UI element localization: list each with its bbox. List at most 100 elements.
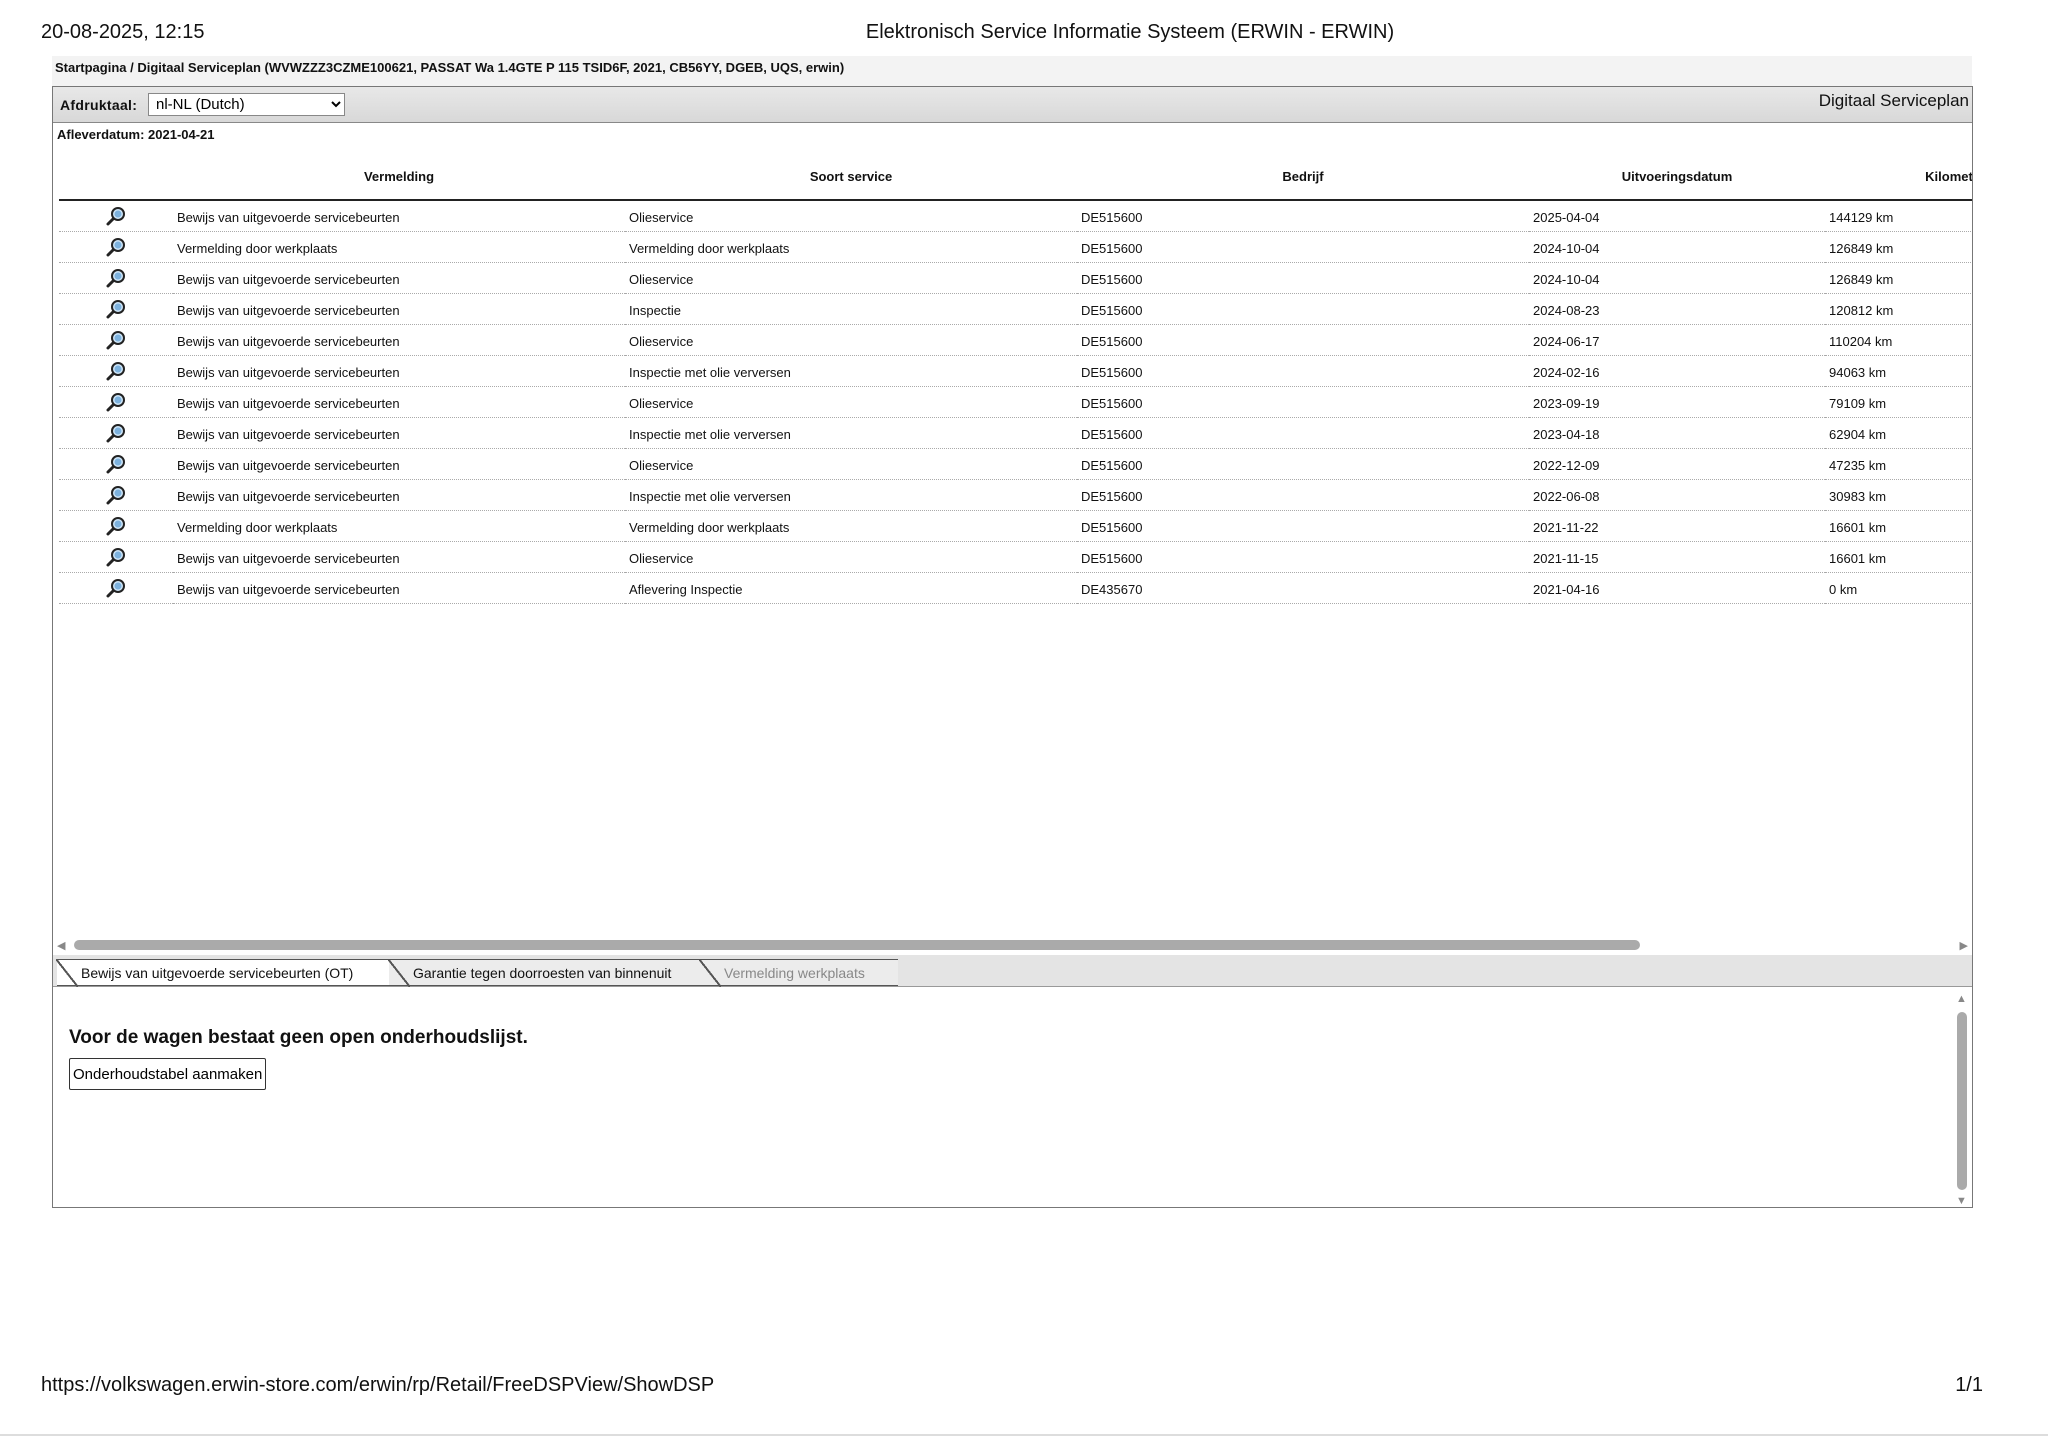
cell-service-type: Olieservice bbox=[625, 324, 1077, 356]
table-row[interactable]: Bewijs van uitgevoerde servicebeurten Oli… bbox=[59, 448, 1972, 480]
cell-entry: Bewijs van uitgevoerde servicebeurten bbox=[173, 293, 625, 325]
column-header-service-type[interactable]: Soort service bbox=[624, 153, 1077, 201]
arrow-down-icon[interactable]: ▼ bbox=[1956, 1195, 1967, 1207]
cell-mileage: 79109 km bbox=[1825, 386, 1972, 418]
magnifier-icon[interactable] bbox=[105, 360, 127, 382]
row-detail-cell[interactable] bbox=[59, 231, 173, 263]
row-detail-cell[interactable] bbox=[59, 324, 173, 356]
row-detail-cell[interactable] bbox=[59, 572, 173, 604]
cell-mileage: 16601 km bbox=[1825, 510, 1972, 542]
row-detail-cell[interactable] bbox=[59, 479, 173, 511]
magnifier-icon[interactable] bbox=[105, 329, 127, 351]
row-detail-cell[interactable] bbox=[59, 200, 173, 232]
arrow-right-icon[interactable]: ▶ bbox=[1960, 939, 1968, 952]
vertical-scrollbar[interactable]: ▲ ▼ bbox=[1954, 992, 1970, 1207]
row-detail-cell[interactable] bbox=[59, 448, 173, 480]
cell-entry: Bewijs van uitgevoerde servicebeurten bbox=[173, 262, 625, 294]
row-detail-cell[interactable] bbox=[59, 262, 173, 294]
service-history-grid[interactable]: Vermelding Soort service Bedrijf Uitvoer… bbox=[53, 153, 1972, 693]
magnifier-icon[interactable] bbox=[105, 391, 127, 413]
table-row[interactable]: Bewijs van uitgevoerde servicebeurten Ins… bbox=[59, 479, 1972, 511]
cell-entry: Bewijs van uitgevoerde servicebeurten bbox=[173, 479, 625, 511]
cell-date: 2024-02-16 bbox=[1529, 355, 1825, 387]
row-detail-cell[interactable] bbox=[59, 355, 173, 387]
magnifier-icon[interactable] bbox=[105, 453, 127, 475]
cell-service-type: Olieservice bbox=[625, 200, 1077, 232]
cell-service-type: Vermelding door werkplaats bbox=[625, 231, 1077, 263]
row-detail-cell[interactable] bbox=[59, 386, 173, 418]
create-maintenance-table-button[interactable]: Onderhoudstabel aanmaken bbox=[69, 1058, 267, 1090]
tab-rust-warranty[interactable]: Garantie tegen doorroesten van binnenuit bbox=[388, 959, 701, 987]
magnifier-icon[interactable] bbox=[105, 422, 127, 444]
cell-mileage: 62904 km bbox=[1825, 417, 1972, 449]
table-row[interactable]: Bewijs van uitgevoerde servicebeurten Oli… bbox=[59, 541, 1972, 573]
magnifier-icon[interactable] bbox=[105, 546, 127, 568]
table-row[interactable]: Bewijs van uitgevoerde servicebeurten Oli… bbox=[59, 200, 1972, 232]
table-row[interactable]: Vermelding door werkplaats Vermelding doo… bbox=[59, 231, 1972, 263]
cell-entry: Bewijs van uitgevoerde servicebeurten bbox=[173, 541, 625, 573]
cell-date: 2024-10-04 bbox=[1529, 231, 1825, 263]
column-header-company[interactable]: Bedrijf bbox=[1076, 153, 1529, 201]
cell-entry: Bewijs van uitgevoerde servicebeurten bbox=[173, 200, 625, 232]
table-row[interactable]: Vermelding door werkplaats Vermelding doo… bbox=[59, 510, 1972, 542]
row-detail-cell[interactable] bbox=[59, 293, 173, 325]
cell-mileage: 110204 km bbox=[1825, 324, 1972, 356]
cell-mileage: 126849 km bbox=[1825, 231, 1972, 263]
cell-company: DE515600 bbox=[1077, 231, 1529, 263]
horizontal-scroll-thumb[interactable] bbox=[74, 940, 1640, 950]
cell-company: DE515600 bbox=[1077, 386, 1529, 418]
column-header-mileage[interactable]: Kilometerstand bbox=[1824, 153, 1972, 201]
table-row[interactable]: Bewijs van uitgevoerde servicebeurten Oli… bbox=[59, 262, 1972, 294]
table-row[interactable]: Bewijs van uitgevoerde servicebeurten Ins… bbox=[59, 417, 1972, 449]
column-header-entry[interactable]: Vermelding bbox=[172, 153, 625, 201]
table-row[interactable]: Bewijs van uitgevoerde servicebeurten Oli… bbox=[59, 324, 1972, 356]
magnifier-icon[interactable] bbox=[105, 484, 127, 506]
magnifier-icon[interactable] bbox=[105, 577, 127, 599]
cell-entry: Bewijs van uitgevoerde servicebeurten bbox=[173, 324, 625, 356]
column-header-date[interactable]: Uitvoeringsdatum bbox=[1528, 153, 1825, 201]
breadcrumb[interactable]: Startpagina / Digitaal Serviceplan (WVWZ… bbox=[52, 56, 1972, 86]
cell-entry: Vermelding door werkplaats bbox=[173, 510, 625, 542]
row-detail-cell[interactable] bbox=[59, 510, 173, 542]
cell-mileage: 94063 km bbox=[1825, 355, 1972, 387]
table-header-row: Vermelding Soort service Bedrijf Uitvoer… bbox=[59, 153, 1972, 201]
cell-company: DE515600 bbox=[1077, 541, 1529, 573]
cell-date: 2023-04-18 bbox=[1529, 417, 1825, 449]
cell-company: DE515600 bbox=[1077, 510, 1529, 542]
cell-mileage: 144129 km bbox=[1825, 200, 1972, 232]
arrow-left-icon[interactable]: ◀ bbox=[57, 939, 65, 952]
print-url: https://volkswagen.erwin-store.com/erwin… bbox=[41, 1374, 715, 1396]
cell-company: DE515600 bbox=[1077, 262, 1529, 294]
magnifier-icon[interactable] bbox=[105, 267, 127, 289]
arrow-up-icon[interactable]: ▲ bbox=[1956, 993, 1967, 1005]
table-body: Bewijs van uitgevoerde servicebeurten Oli… bbox=[59, 200, 1972, 604]
table-row[interactable]: Bewijs van uitgevoerde servicebeurten Afl… bbox=[59, 572, 1972, 604]
cell-date: 2021-04-16 bbox=[1529, 572, 1825, 604]
cell-service-type: Inspectie bbox=[625, 293, 1077, 325]
cell-service-type: Olieservice bbox=[625, 541, 1077, 573]
tab-service-proof[interactable]: Bewijs van uitgevoerde servicebeurten (O… bbox=[56, 959, 391, 987]
table-row[interactable]: Bewijs van uitgevoerde servicebeurten Ins… bbox=[59, 293, 1972, 325]
horizontal-scrollbar[interactable]: ◀ ▶ bbox=[53, 937, 1972, 953]
print-language-label: Afdruktaal: bbox=[60, 97, 138, 113]
print-language-select[interactable]: nl-NL (Dutch) bbox=[148, 93, 345, 116]
cell-company: DE515600 bbox=[1077, 293, 1529, 325]
column-header-detail bbox=[59, 153, 173, 201]
panel-toolbar: Afdruktaal: nl-NL (Dutch) Digitaal Servi… bbox=[53, 87, 1972, 123]
magnifier-icon[interactable] bbox=[105, 515, 127, 537]
cell-date: 2024-10-04 bbox=[1529, 262, 1825, 294]
row-detail-cell[interactable] bbox=[59, 417, 173, 449]
magnifier-icon[interactable] bbox=[105, 205, 127, 227]
cell-company: DE515600 bbox=[1077, 200, 1529, 232]
magnifier-icon[interactable] bbox=[105, 236, 127, 258]
cell-date: 2024-06-17 bbox=[1529, 324, 1825, 356]
cell-service-type: Olieservice bbox=[625, 386, 1077, 418]
table-row[interactable]: Bewijs van uitgevoerde servicebeurten Ins… bbox=[59, 355, 1972, 387]
vertical-scroll-thumb[interactable] bbox=[1957, 1012, 1967, 1190]
row-detail-cell[interactable] bbox=[59, 541, 173, 573]
cell-company: DE515600 bbox=[1077, 448, 1529, 480]
magnifier-icon[interactable] bbox=[105, 298, 127, 320]
cell-date: 2021-11-22 bbox=[1529, 510, 1825, 542]
cell-service-type: Olieservice bbox=[625, 448, 1077, 480]
table-row[interactable]: Bewijs van uitgevoerde servicebeurten Oli… bbox=[59, 386, 1972, 418]
